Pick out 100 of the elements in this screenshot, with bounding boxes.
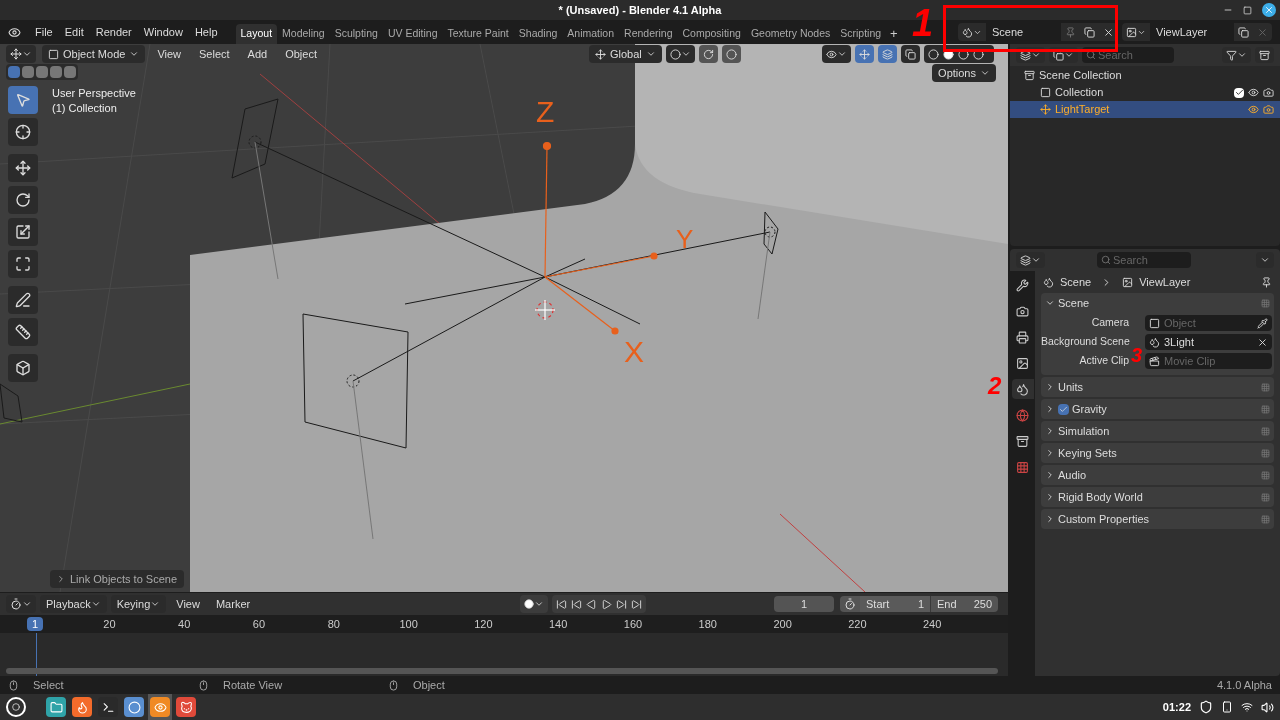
outliner-row[interactable]: Scene Collection: [1010, 67, 1280, 84]
end-frame-field[interactable]: End 250: [930, 596, 998, 612]
menu-item[interactable]: Window: [137, 23, 189, 41]
pin-icon[interactable]: [1261, 276, 1272, 288]
tool-button[interactable]: [8, 354, 38, 382]
close-button[interactable]: [1262, 3, 1276, 17]
view-layer-field[interactable]: ViewLayer: [1150, 23, 1234, 41]
menu-item[interactable]: Help: [188, 23, 224, 41]
search-field[interactable]: Search: [1097, 252, 1191, 268]
workspace-tab[interactable]: Compositing: [677, 24, 746, 44]
clear-icon[interactable]: [1257, 336, 1268, 348]
camera-icon[interactable]: [1263, 104, 1274, 115]
menu-item[interactable]: Marker: [209, 595, 257, 613]
outliner-row[interactable]: LightTarget: [1010, 101, 1280, 118]
volume-icon[interactable]: [1261, 700, 1274, 714]
menu-item[interactable]: Add: [241, 45, 274, 63]
eye-icon[interactable]: [1248, 87, 1259, 98]
wifi-icon[interactable]: [1241, 701, 1253, 713]
menu-item[interactable]: Object: [279, 45, 323, 63]
panel-header[interactable]: Scene: [1041, 293, 1274, 313]
eyedropper-icon[interactable]: [1257, 317, 1268, 329]
workspace-tab[interactable]: Geometry Nodes: [745, 24, 836, 44]
selection-mode-buttons[interactable]: [6, 64, 78, 80]
field-input[interactable]: 3Light: [1145, 334, 1272, 350]
tool-button[interactable]: [8, 250, 38, 278]
playback-controls[interactable]: [552, 595, 647, 613]
editor-type-button[interactable]: [6, 45, 36, 63]
tool-button[interactable]: [8, 186, 38, 214]
orientation-dropdown[interactable]: Global: [589, 45, 662, 63]
scene-field[interactable]: Scene: [986, 23, 1061, 41]
menu-item[interactable]: View: [151, 45, 188, 63]
maximize-icon[interactable]: [1243, 5, 1252, 15]
tool-button[interactable]: [8, 118, 38, 146]
add-workspace-button[interactable]: +: [886, 24, 902, 44]
taskbar-app[interactable]: [44, 694, 68, 720]
duplicate-icon[interactable]: [1238, 26, 1249, 38]
camera-icon[interactable]: [1263, 87, 1274, 98]
mode-dropdown[interactable]: Object Mode: [42, 45, 146, 63]
panel-header[interactable]: Simulation: [1041, 421, 1274, 441]
taskbar-app[interactable]: [96, 694, 120, 720]
eye-icon[interactable]: [1248, 104, 1259, 115]
panel-header[interactable]: Audio: [1041, 465, 1274, 485]
workspace-tab[interactable]: Layout: [235, 24, 278, 44]
drag-handle-icon[interactable]: [1261, 426, 1270, 436]
editor-type-button[interactable]: [6, 595, 36, 613]
taskbar-app[interactable]: [70, 694, 94, 720]
workspace-tab[interactable]: UV Editing: [382, 24, 443, 44]
tool-button[interactable]: [8, 154, 38, 182]
checkbox[interactable]: [1234, 87, 1244, 98]
visibility-button[interactable]: [822, 45, 851, 63]
duplicate-icon[interactable]: [1084, 26, 1095, 38]
panel-header[interactable]: Custom Properties: [1041, 509, 1274, 529]
tool-button[interactable]: [8, 318, 38, 346]
current-frame-field[interactable]: 1: [774, 596, 834, 612]
workspace-tab[interactable]: Animation: [562, 24, 620, 44]
workspace-tab[interactable]: Shading: [513, 24, 563, 44]
workspace-tab[interactable]: Modeling: [277, 24, 330, 44]
filter-button[interactable]: [1222, 47, 1251, 63]
options-dropdown[interactable]: Options: [932, 64, 996, 82]
tool-button[interactable]: [8, 286, 38, 314]
menu-item[interactable]: View: [170, 595, 206, 613]
close-icon[interactable]: [1103, 26, 1114, 38]
menu-item[interactable]: Playback: [40, 595, 107, 613]
scrollbar[interactable]: [6, 668, 998, 674]
workspace-tab[interactable]: Texture Paint: [442, 24, 514, 44]
panel-header[interactable]: Keying Sets: [1041, 443, 1274, 463]
menu-item[interactable]: Edit: [58, 23, 90, 41]
new-collection-button[interactable]: [1255, 47, 1274, 63]
taskbar-app[interactable]: [174, 694, 198, 720]
phone-icon[interactable]: [1221, 701, 1233, 713]
drag-handle-icon[interactable]: [1261, 404, 1270, 414]
last-operator-panel[interactable]: Link Objects to Scene: [50, 570, 184, 588]
drag-handle-icon[interactable]: [1261, 382, 1270, 392]
panel-header[interactable]: Rigid Body World: [1041, 487, 1274, 507]
menu-item[interactable]: File: [29, 23, 59, 41]
workspace-tab[interactable]: Rendering: [619, 24, 678, 44]
menu-item[interactable]: Select: [193, 45, 236, 63]
taskbar-app[interactable]: [148, 694, 172, 720]
drag-handle-icon[interactable]: [1261, 514, 1270, 524]
outliner-row[interactable]: Collection: [1010, 84, 1280, 101]
xray-button[interactable]: [901, 45, 920, 63]
drag-handle-icon[interactable]: [1261, 470, 1270, 480]
pivot-button[interactable]: [665, 45, 695, 63]
properties-tab[interactable]: [1011, 379, 1034, 399]
start-frame-field[interactable]: Start 1: [860, 596, 930, 612]
menu-item[interactable]: Keying: [110, 595, 167, 613]
checkbox[interactable]: [1058, 403, 1069, 415]
menu-item[interactable]: Render: [89, 23, 138, 41]
panel-header[interactable]: Units: [1041, 377, 1274, 397]
panel-header[interactable]: Gravity: [1041, 399, 1274, 419]
start-menu-button[interactable]: [6, 697, 26, 717]
editor-type-button[interactable]: [1016, 252, 1045, 268]
drag-handle-icon[interactable]: [1261, 448, 1270, 458]
record-button[interactable]: [520, 595, 549, 613]
playhead-frame[interactable]: 1: [27, 617, 44, 631]
taskbar-app[interactable]: [122, 694, 146, 720]
drag-handle-icon[interactable]: [1261, 298, 1270, 308]
drag-handle-icon[interactable]: [1261, 492, 1270, 502]
gizmo-button[interactable]: [855, 45, 874, 63]
workspace-tab[interactable]: Scripting: [835, 24, 887, 44]
